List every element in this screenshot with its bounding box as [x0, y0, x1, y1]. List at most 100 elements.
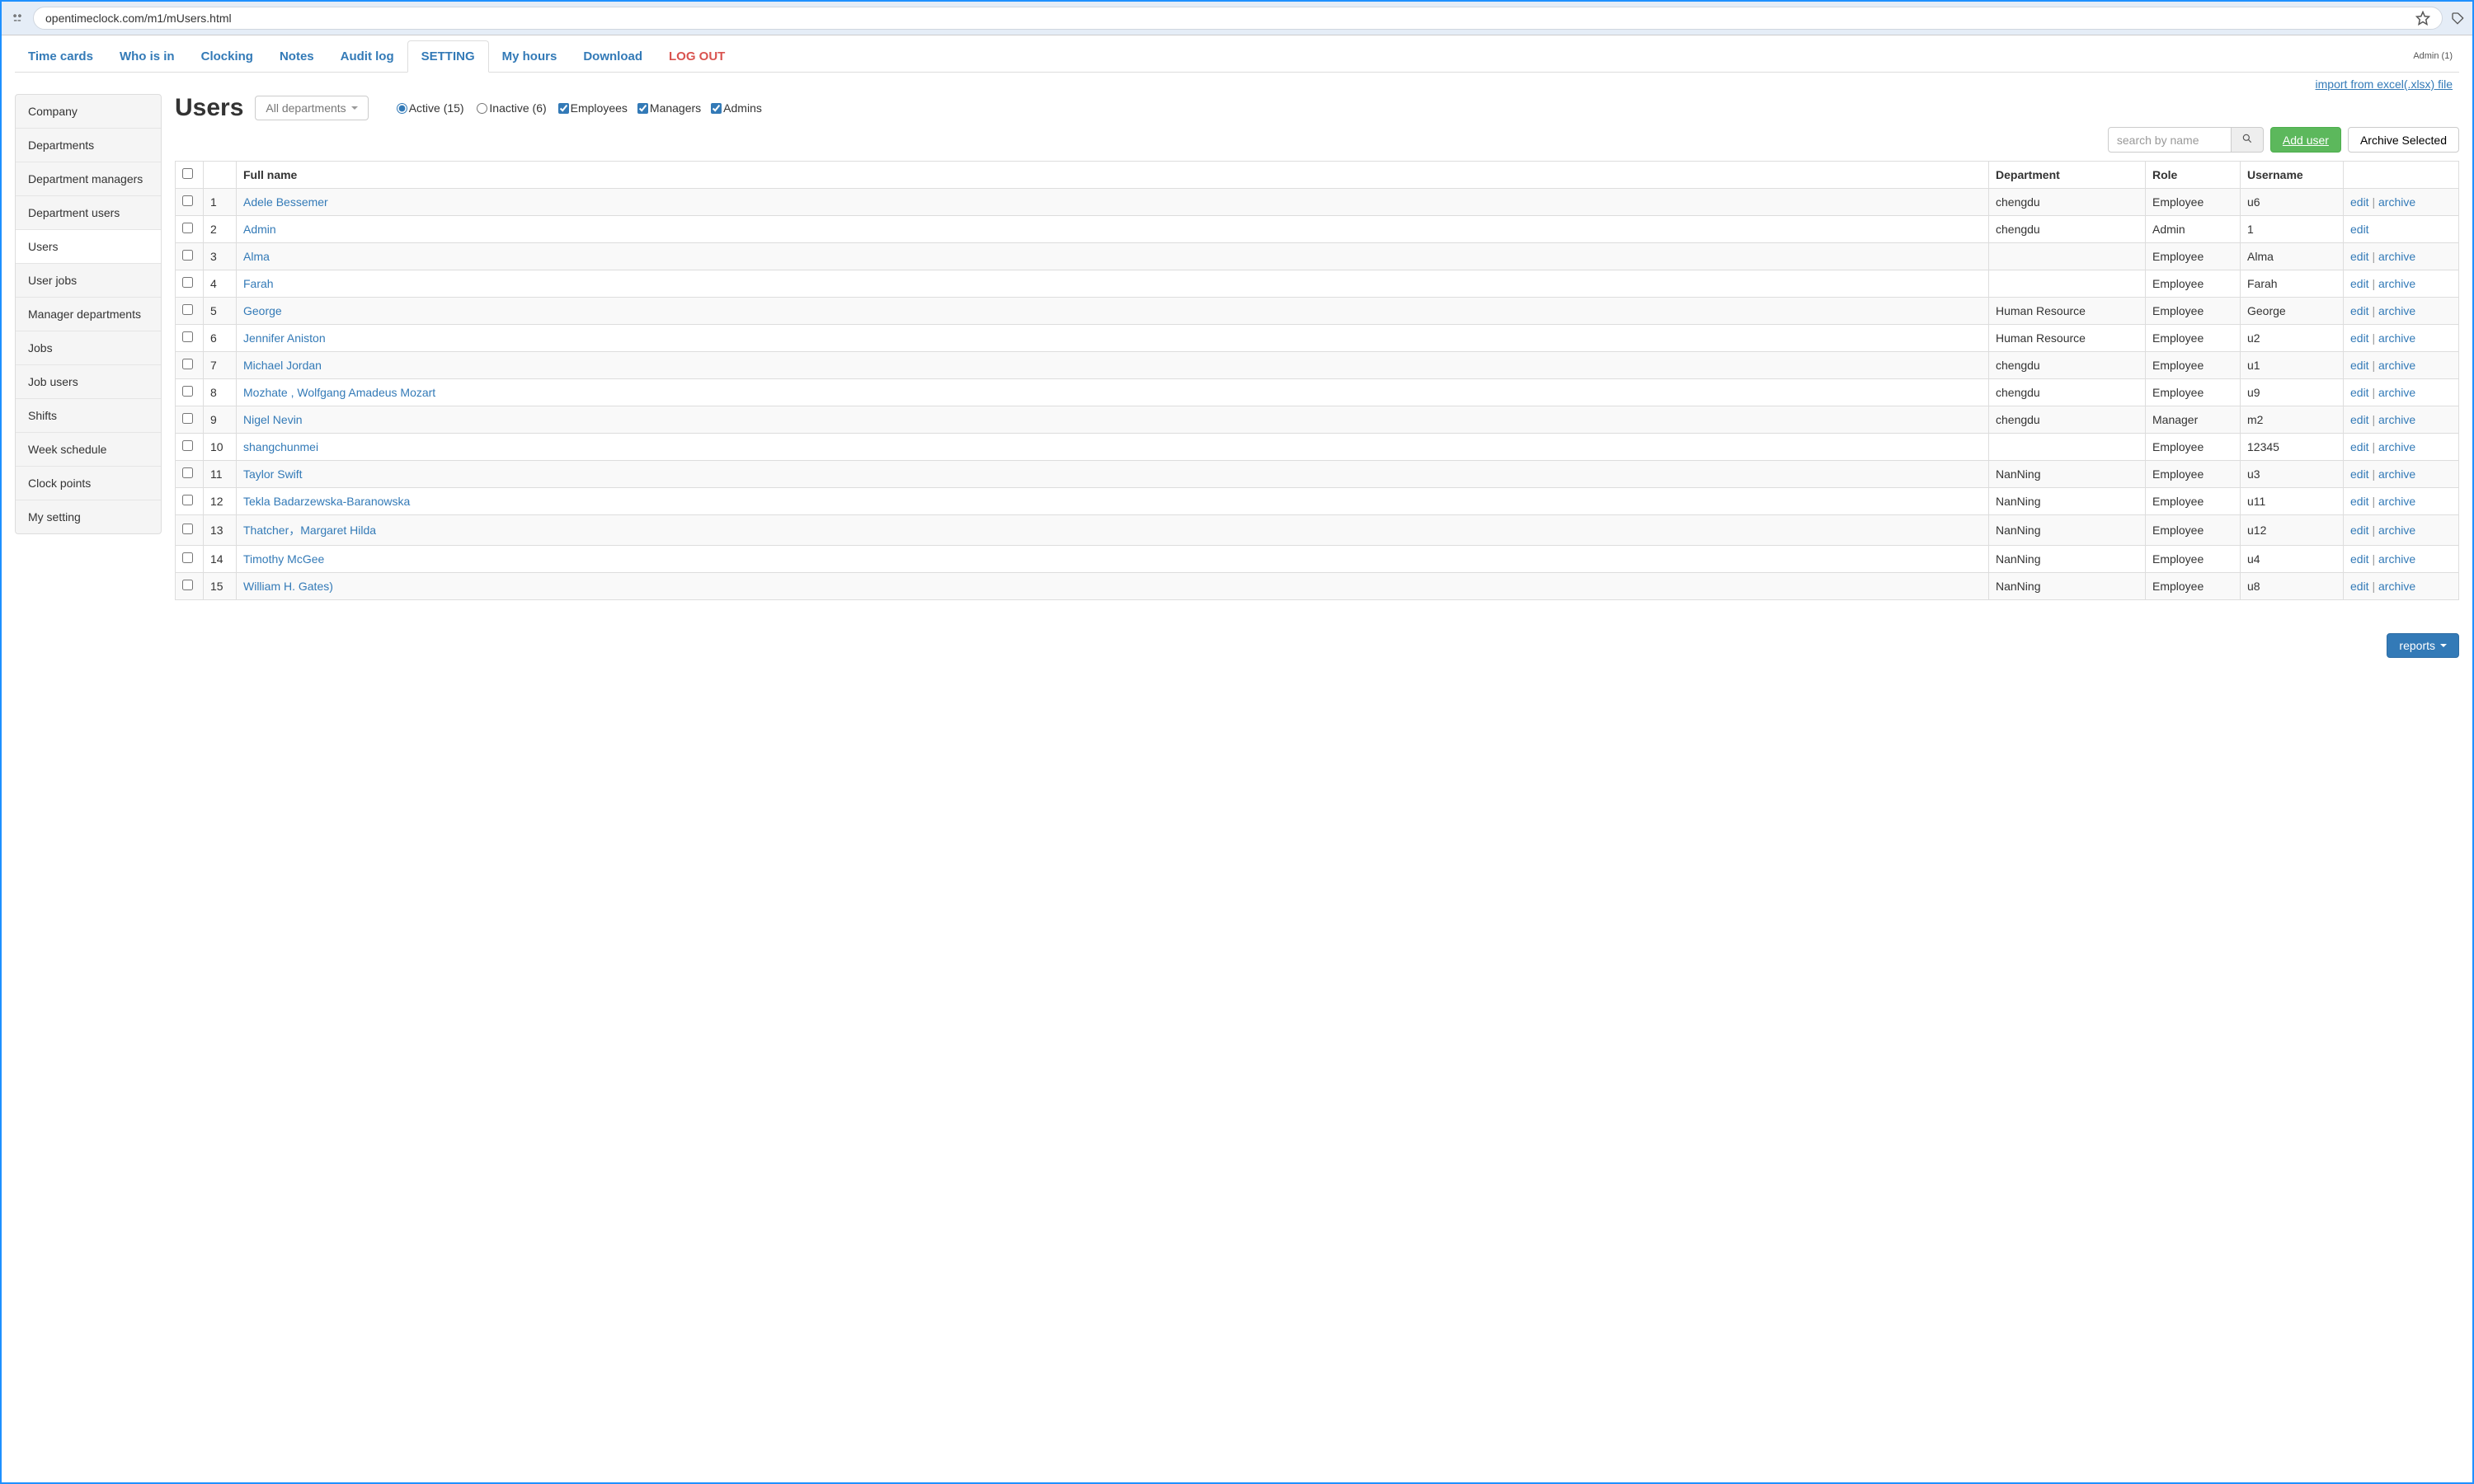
row-checkbox[interactable]: [182, 580, 193, 590]
row-checkbox[interactable]: [182, 277, 193, 288]
row-checkbox[interactable]: [182, 440, 193, 451]
tab-my-hours[interactable]: My hours: [489, 41, 571, 72]
user-name-link[interactable]: Mozhate , Wolfgang Amadeus Mozart: [243, 386, 435, 399]
tab-time-cards[interactable]: Time cards: [15, 41, 106, 72]
archive-link[interactable]: archive: [2378, 440, 2415, 453]
active-radio[interactable]: Active (15): [397, 101, 464, 115]
edit-link[interactable]: edit: [2350, 359, 2369, 372]
managers-checkbox[interactable]: Managers: [637, 101, 701, 115]
archive-link[interactable]: archive: [2378, 467, 2415, 481]
archive-link[interactable]: archive: [2378, 195, 2415, 209]
archive-link[interactable]: archive: [2378, 277, 2415, 290]
user-name-link[interactable]: Nigel Nevin: [243, 413, 303, 426]
edit-link[interactable]: edit: [2350, 195, 2369, 209]
sidebar-item-manager-departments[interactable]: Manager departments: [16, 298, 161, 331]
row-checkbox[interactable]: [182, 195, 193, 206]
archive-link[interactable]: archive: [2378, 413, 2415, 426]
tab-notes[interactable]: Notes: [266, 41, 327, 72]
archive-link[interactable]: archive: [2378, 250, 2415, 263]
sidebar-item-week-schedule[interactable]: Week schedule: [16, 433, 161, 467]
edit-link[interactable]: edit: [2350, 467, 2369, 481]
row-checkbox[interactable]: [182, 331, 193, 342]
row-checkbox[interactable]: [182, 386, 193, 397]
tab-who-is-in[interactable]: Who is in: [106, 41, 188, 72]
edit-link[interactable]: edit: [2350, 331, 2369, 345]
user-name-link[interactable]: Timothy McGee: [243, 552, 324, 566]
edit-link[interactable]: edit: [2350, 304, 2369, 317]
search-input[interactable]: [2108, 127, 2232, 153]
sidebar-item-jobs[interactable]: Jobs: [16, 331, 161, 365]
archive-link[interactable]: archive: [2378, 386, 2415, 399]
row-checkbox[interactable]: [182, 524, 193, 534]
archive-link[interactable]: archive: [2378, 552, 2415, 566]
col-fullname[interactable]: Full name: [237, 162, 1989, 189]
user-name-link[interactable]: Alma: [243, 250, 270, 263]
edit-link[interactable]: edit: [2350, 524, 2369, 537]
row-checkbox[interactable]: [182, 223, 193, 233]
tab-clocking[interactable]: Clocking: [188, 41, 266, 72]
archive-selected-button[interactable]: Archive Selected: [2348, 127, 2459, 153]
search-button[interactable]: [2232, 127, 2264, 153]
user-name-link[interactable]: Thatcher，Margaret Hilda: [243, 524, 376, 537]
add-user-button[interactable]: Add user: [2270, 127, 2341, 153]
select-all-checkbox[interactable]: [182, 168, 193, 179]
edit-link[interactable]: edit: [2350, 413, 2369, 426]
col-role[interactable]: Role: [2146, 162, 2241, 189]
sidebar-item-department-managers[interactable]: Department managers: [16, 162, 161, 196]
edit-link[interactable]: edit: [2350, 580, 2369, 593]
row-checkbox[interactable]: [182, 304, 193, 315]
col-department[interactable]: Department: [1989, 162, 2146, 189]
user-name-link[interactable]: Farah: [243, 277, 274, 290]
edit-link[interactable]: edit: [2350, 552, 2369, 566]
edit-link[interactable]: edit: [2350, 386, 2369, 399]
edit-link[interactable]: edit: [2350, 277, 2369, 290]
edit-link[interactable]: edit: [2350, 223, 2369, 236]
archive-link[interactable]: archive: [2378, 524, 2415, 537]
site-info-icon[interactable]: [10, 11, 25, 26]
sidebar-item-users[interactable]: Users: [15, 230, 162, 264]
edit-link[interactable]: edit: [2350, 250, 2369, 263]
reports-dropdown-button[interactable]: reports: [2387, 633, 2459, 658]
col-username[interactable]: Username: [2241, 162, 2344, 189]
row-checkbox[interactable]: [182, 495, 193, 505]
sidebar-item-job-users[interactable]: Job users: [16, 365, 161, 399]
admins-checkbox[interactable]: Admins: [711, 101, 762, 115]
sidebar-item-user-jobs[interactable]: User jobs: [16, 264, 161, 298]
user-name-link[interactable]: Taylor Swift: [243, 467, 303, 481]
user-name-link[interactable]: shangchunmei: [243, 440, 318, 453]
row-checkbox[interactable]: [182, 552, 193, 563]
sidebar-item-shifts[interactable]: Shifts: [16, 399, 161, 433]
row-checkbox[interactable]: [182, 413, 193, 424]
row-checkbox[interactable]: [182, 359, 193, 369]
sidebar-item-company[interactable]: Company: [16, 95, 161, 129]
user-name-link[interactable]: George: [243, 304, 282, 317]
user-name-link[interactable]: William H. Gates): [243, 580, 333, 593]
user-name-link[interactable]: Tekla Badarzewska-Baranowska: [243, 495, 410, 508]
user-name-link[interactable]: Jennifer Aniston: [243, 331, 326, 345]
archive-link[interactable]: archive: [2378, 580, 2415, 593]
edit-link[interactable]: edit: [2350, 440, 2369, 453]
sidebar-item-department-users[interactable]: Department users: [16, 196, 161, 230]
extensions-icon[interactable]: [2451, 12, 2464, 25]
row-checkbox[interactable]: [182, 250, 193, 261]
row-checkbox[interactable]: [182, 467, 193, 478]
sidebar-item-departments[interactable]: Departments: [16, 129, 161, 162]
import-from-excel-link[interactable]: import from excel(.xlsx) file: [2316, 77, 2453, 91]
url-bar[interactable]: opentimeclock.com/m1/mUsers.html: [33, 7, 2443, 30]
inactive-radio[interactable]: Inactive (6): [477, 101, 546, 115]
archive-link[interactable]: archive: [2378, 359, 2415, 372]
bookmark-star-icon[interactable]: [2415, 11, 2430, 26]
tab-download[interactable]: Download: [570, 41, 656, 72]
archive-link[interactable]: archive: [2378, 304, 2415, 317]
user-name-link[interactable]: Michael Jordan: [243, 359, 322, 372]
user-name-link[interactable]: Admin: [243, 223, 276, 236]
archive-link[interactable]: archive: [2378, 331, 2415, 345]
user-name-link[interactable]: Adele Bessemer: [243, 195, 328, 209]
sidebar-item-clock-points[interactable]: Clock points: [16, 467, 161, 500]
archive-link[interactable]: archive: [2378, 495, 2415, 508]
tab-audit-log[interactable]: Audit log: [327, 41, 407, 72]
sidebar-item-my-setting[interactable]: My setting: [16, 500, 161, 533]
edit-link[interactable]: edit: [2350, 495, 2369, 508]
tab-setting[interactable]: SETTING: [407, 40, 489, 73]
tab-log-out[interactable]: LOG OUT: [656, 41, 738, 72]
